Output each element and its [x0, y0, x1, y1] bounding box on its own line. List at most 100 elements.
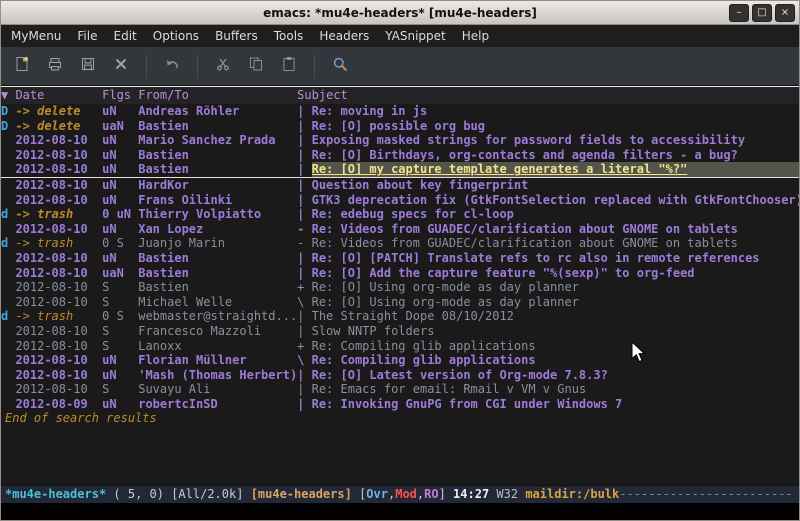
- column-header-subject[interactable]: Subject: [297, 87, 799, 104]
- menu-bar: MyMenuFileEditOptionsBuffersToolsHeaders…: [1, 25, 799, 47]
- date-cell: 2012-08-09: [15, 397, 102, 412]
- message-row[interactable]: 2012-08-10uNHardKor|Question about key f…: [1, 178, 799, 193]
- from-cell: webmaster@straightd...: [138, 309, 297, 324]
- cut-button[interactable]: [208, 51, 238, 81]
- from-cell: Francesco Mazzoli: [138, 324, 297, 339]
- modeline-mode: [mu4e-headers]: [251, 487, 352, 501]
- message-row[interactable]: 2012-08-09uNrobertcInSD|Re: Invoking Gnu…: [1, 397, 799, 412]
- date-cell: 2012-08-10: [15, 295, 102, 310]
- flags-cell: uN: [102, 222, 138, 237]
- mark-indicator: d: [1, 207, 15, 222]
- mode-line: *mu4e-headers* ( 5, 0) [All/2.0k] [mu4e-…: [1, 485, 799, 503]
- echo-area[interactable]: [1, 503, 799, 520]
- message-row[interactable]: 2012-08-10uNFrans Oilinki|GTK3 deprecati…: [1, 193, 799, 208]
- message-row[interactable]: 2012-08-10SLanoxx+Re: Compiling glib app…: [1, 339, 799, 354]
- close-icon[interactable]: ×: [775, 4, 795, 22]
- mark-indicator: [1, 353, 15, 368]
- modeline-time: 14:27: [453, 487, 489, 501]
- message-row[interactable]: 2012-08-10SFrancesco Mazzoli|Slow NNTP f…: [1, 324, 799, 339]
- column-header-from[interactable]: From/To: [138, 87, 297, 104]
- minimize-icon[interactable]: –: [729, 4, 749, 22]
- save-button[interactable]: [73, 51, 103, 81]
- message-row[interactable]: 2012-08-10SSuvayu Ali|Re: Emacs for emai…: [1, 382, 799, 397]
- from-cell: Frans Oilinki: [138, 193, 297, 208]
- maximize-icon[interactable]: □: [752, 4, 772, 22]
- message-row[interactable]: D-> deleteuaNBastien|Re: [O] possible or…: [1, 119, 799, 134]
- modeline-plain: ( 5, 0): [113, 487, 164, 501]
- mark-indicator: [1, 266, 15, 281]
- modeline-dashes: ------------------------: [619, 487, 792, 501]
- close-button[interactable]: [106, 51, 136, 81]
- message-row[interactable]: 2012-08-10uNXan Lopez-Re: Videos from GU…: [1, 222, 799, 237]
- message-row[interactable]: d-> trash0 Swebmaster@straightd...|The S…: [1, 309, 799, 324]
- from-cell: robertcInSD: [138, 397, 297, 412]
- thread-indicator: |: [297, 251, 311, 266]
- thread-indicator: |: [297, 207, 311, 222]
- subject-cell: Re: Videos from GUADEC/clarification abo…: [312, 236, 799, 251]
- column-header-date[interactable]: Date: [15, 87, 102, 104]
- flags-cell: uN: [102, 104, 138, 119]
- from-cell: Bastien: [138, 266, 297, 281]
- header-line: ▼DateFlgsFrom/ToSubject: [1, 86, 799, 104]
- message-row[interactable]: 2012-08-10uN'Mash (Thomas Herbert)|Re: […: [1, 368, 799, 383]
- mark-indicator: [1, 222, 15, 237]
- message-row[interactable]: 2012-08-10uNBastien|Re: [O] my capture t…: [1, 162, 799, 178]
- flags-cell: S: [102, 339, 138, 354]
- menu-item-headers[interactable]: Headers: [311, 26, 377, 46]
- message-row[interactable]: D-> deleteuNAndreas Röhler|Re: moving in…: [1, 104, 799, 119]
- paste-button[interactable]: [274, 51, 304, 81]
- copy-button[interactable]: [241, 51, 271, 81]
- menu-item-options[interactable]: Options: [145, 26, 207, 46]
- message-row[interactable]: 2012-08-10uNBastien|Re: [O] [PATCH] Tran…: [1, 251, 799, 266]
- new-message-button[interactable]: [7, 51, 37, 81]
- close-icon: [113, 56, 129, 76]
- from-cell: Lanoxx: [138, 339, 297, 354]
- thread-indicator: -: [297, 222, 311, 237]
- mark-action-cell: -> trash: [15, 236, 102, 251]
- thread-indicator: -: [297, 236, 311, 251]
- mark-action-cell: -> trash: [15, 309, 102, 324]
- menu-item-file[interactable]: File: [69, 26, 105, 46]
- message-row[interactable]: 2012-08-10uaNBastien|Re: [O] Add the cap…: [1, 266, 799, 281]
- mark-indicator: [1, 148, 15, 163]
- date-cell: 2012-08-10: [15, 280, 102, 295]
- undo-icon: [164, 56, 180, 76]
- message-row[interactable]: d-> trash0 SJuanjo Marin-Re: Videos from…: [1, 236, 799, 251]
- message-row[interactable]: 2012-08-10uNBastien|Re: [O] Birthdays, o…: [1, 148, 799, 163]
- mark-indicator: [1, 339, 15, 354]
- thread-indicator: |: [297, 104, 311, 119]
- menu-item-edit[interactable]: Edit: [106, 26, 145, 46]
- message-row[interactable]: 2012-08-10uNFlorian Müllner\Re: Compilin…: [1, 353, 799, 368]
- print-button[interactable]: [40, 51, 70, 81]
- thread-indicator: +: [297, 280, 311, 295]
- mark-indicator: D: [1, 104, 15, 119]
- message-row[interactable]: 2012-08-10uNMario Sanchez Prada|Exposing…: [1, 133, 799, 148]
- search-button[interactable]: [325, 51, 355, 81]
- menu-item-tools[interactable]: Tools: [266, 26, 312, 46]
- paste-icon: [281, 56, 297, 76]
- sort-direction-icon[interactable]: ▼: [1, 87, 15, 104]
- date-cell: 2012-08-10: [15, 339, 102, 354]
- flags-cell: uN: [102, 162, 138, 177]
- search-icon: [332, 56, 348, 76]
- menu-item-yasnippet[interactable]: YASnippet: [377, 26, 454, 46]
- menu-item-help[interactable]: Help: [454, 26, 497, 46]
- copy-icon: [248, 56, 264, 76]
- buffer-empty-space: [1, 426, 799, 485]
- from-cell: Bastien: [138, 119, 297, 134]
- thread-indicator: |: [297, 162, 311, 177]
- modeline-plain: [243, 487, 250, 501]
- cut-icon: [215, 56, 231, 76]
- message-row[interactable]: d-> trash0 uNThierry Volpiatto|Re: edebu…: [1, 207, 799, 222]
- column-header-flags[interactable]: Flgs: [102, 87, 138, 104]
- flags-cell: uN: [102, 251, 138, 266]
- message-row[interactable]: 2012-08-10SMichael Welle\Re: [O] Using o…: [1, 295, 799, 310]
- menu-item-mymenu[interactable]: MyMenu: [3, 26, 69, 46]
- window-controls: – □ ×: [729, 4, 795, 22]
- undo-button[interactable]: [157, 51, 187, 81]
- subject-cell: Re: [O] Latest version of Org-mode 7.8.3…: [312, 368, 799, 383]
- menu-item-buffers[interactable]: Buffers: [207, 26, 266, 46]
- subject-cell: Re: Invoking GnuPG from CGI under Window…: [312, 397, 799, 412]
- message-row[interactable]: 2012-08-10SBastien+Re: [O] Using org-mod…: [1, 280, 799, 295]
- emacs-window: emacs: *mu4e-headers* [mu4e-headers] – □…: [0, 0, 800, 521]
